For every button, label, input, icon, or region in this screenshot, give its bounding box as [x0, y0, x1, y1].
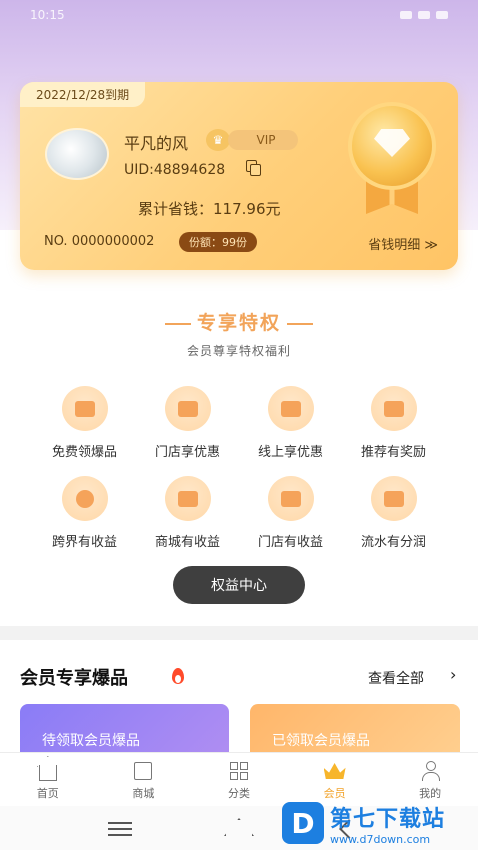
privilege-subtitle: 会员尊享特权福利: [186, 344, 291, 358]
expire-tag: 2022/12/28到期: [20, 82, 146, 107]
perk-label: 免费领爆品: [51, 445, 117, 460]
user-icon: [419, 761, 441, 781]
tab-label: 商城: [132, 787, 155, 800]
saved-amount: 累计省钱：117.96元: [138, 200, 281, 218]
crown-icon: [323, 761, 346, 781]
privilege-title-text: 专享特权: [196, 312, 281, 334]
status-icons: [400, 11, 448, 19]
perk-label: 流水有分润: [360, 535, 426, 550]
watermark-title: 第七下载站: [330, 806, 446, 832]
document-icon: [370, 476, 417, 521]
perk-online-discount[interactable]: 线上享优惠: [239, 386, 342, 460]
uid-text: UID:48894628: [124, 162, 226, 178]
perk-revenue-share[interactable]: 流水有分润: [342, 476, 445, 550]
benefits-center-button[interactable]: 权益中心: [173, 566, 305, 604]
status-bar: 10:15: [0, 0, 478, 30]
perk-label: 推荐有奖励: [360, 445, 426, 460]
tab-label: 首页: [36, 787, 59, 800]
perk-label: 跨界有收益: [51, 535, 117, 550]
home-icon: [37, 761, 59, 781]
watermark-logo: D: [282, 802, 324, 844]
perk-label: 商城有收益: [154, 535, 220, 550]
username: 平凡的风: [124, 134, 189, 153]
perk-mall-earnings[interactable]: 商城有收益: [136, 476, 239, 550]
privilege-title: 专享特权: [0, 308, 478, 335]
watermark-url: www.d7down.com: [330, 832, 431, 846]
quota-badge: 份额：99份: [179, 232, 257, 252]
perk-label: 线上享优惠: [257, 445, 323, 460]
battery-icon: [436, 11, 448, 19]
coin-icon: [61, 476, 108, 521]
card-number: NO. 0000000002: [44, 234, 155, 249]
ticket-icon: [164, 386, 211, 431]
perk-store-earnings[interactable]: 门店有收益: [239, 476, 342, 550]
copy-icon[interactable]: [246, 160, 262, 176]
watermark-text: 第七下载站 www.d7down.com: [330, 801, 445, 846]
tab-mall[interactable]: 商城: [96, 753, 192, 806]
title-dash-left: [164, 322, 191, 325]
perk-label: 门店享优惠: [154, 445, 220, 460]
gift-box-icon: [61, 386, 108, 431]
store-card-icon: [267, 476, 314, 521]
member-card: 2022/12/28到期 平凡的风 ♛ VIP UID:48894628 累计省…: [20, 82, 458, 270]
home-nav-icon[interactable]: [224, 818, 254, 836]
signal-icon: [400, 11, 412, 19]
status-time: 10:15: [30, 8, 65, 22]
tag-icon: [267, 386, 314, 431]
watermark: D 第七下载站 www.d7down.com: [282, 796, 478, 850]
perk-crossover-earnings[interactable]: 跨界有收益: [33, 476, 136, 550]
tab-home[interactable]: 首页: [0, 753, 96, 806]
vip-badge: VIP: [228, 130, 298, 150]
perk-referral-reward[interactable]: 推荐有奖励: [342, 386, 445, 460]
section-title: 会员专享爆品: [20, 668, 128, 689]
chevron-right-icon[interactable]: ›: [450, 665, 456, 684]
fire-icon: [170, 666, 186, 686]
title-dash-right: [287, 322, 313, 325]
menu-icon[interactable]: [108, 822, 132, 836]
shop-bag-icon: [132, 761, 154, 781]
savings-detail-link[interactable]: 省钱明细 ≫: [368, 234, 438, 253]
see-all-link[interactable]: 查看全部: [368, 668, 424, 688]
category-grid-icon: [228, 761, 250, 781]
tab-label: 分类: [227, 787, 250, 800]
tab-category[interactable]: 分类: [191, 753, 287, 806]
avatar[interactable]: [45, 128, 109, 180]
section-divider: [0, 626, 478, 640]
promo-pending-label: 待领取会员爆品: [42, 733, 140, 749]
perk-store-discount[interactable]: 门店享优惠: [136, 386, 239, 460]
perk-free-products[interactable]: 免费领爆品: [33, 386, 136, 460]
crown-badge-icon: ♛: [206, 129, 230, 151]
medal-icon: [344, 102, 440, 218]
reward-gift-icon: [370, 386, 417, 431]
promo-claimed-label: 已领取会员爆品: [272, 733, 370, 749]
perk-label: 门店有收益: [257, 535, 323, 550]
wifi-icon: [418, 11, 430, 19]
wallet-icon: [164, 476, 211, 521]
privilege-grid: 免费领爆品 门店享优惠 线上享优惠 推荐有奖励 跨界有收益 商城有收益 门店有收…: [33, 386, 445, 550]
